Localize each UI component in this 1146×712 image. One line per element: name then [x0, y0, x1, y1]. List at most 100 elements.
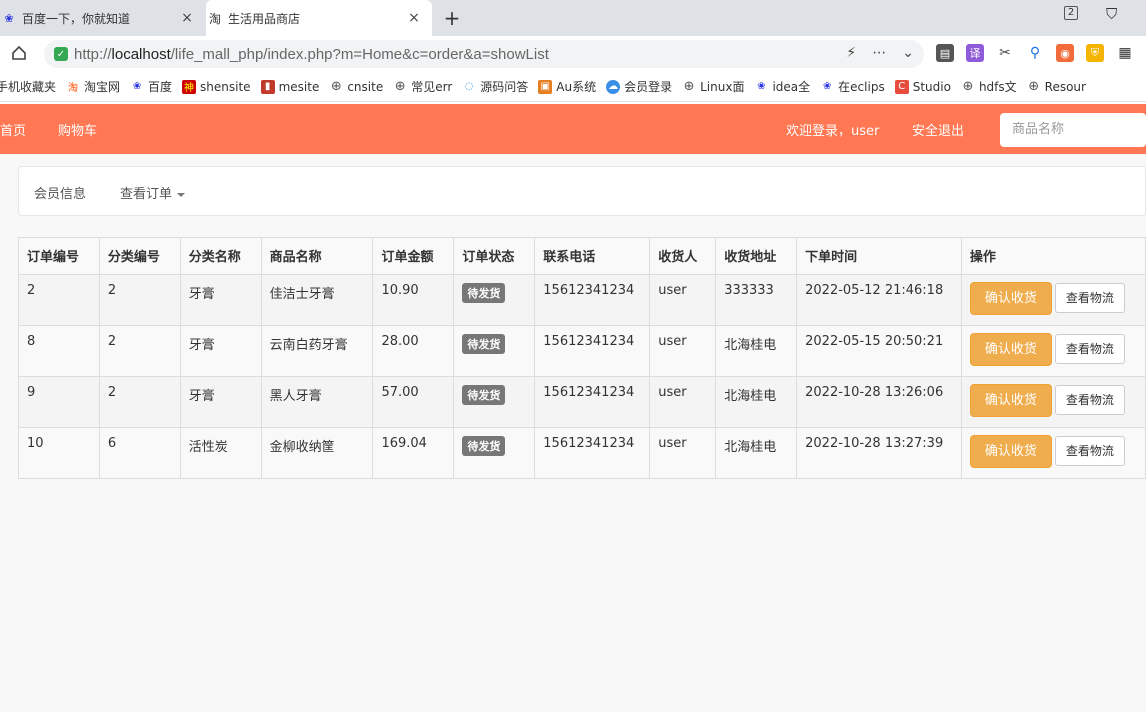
address-cell: 北海桂电 [715, 376, 798, 428]
translate-icon[interactable]: 译 [966, 44, 984, 62]
bookmark-item[interactable]: ▮ mesite [260, 79, 319, 94]
table-row: 8 2 牙膏 云南白药牙膏 28.00 待发货 15612341234 user 北海桂电 202… [18, 325, 1146, 377]
bookmark-item[interactable]: ⊕ Resour [1027, 79, 1086, 94]
confirm-receipt-button[interactable]: 确认收货 [969, 384, 1052, 417]
chevron-down-icon[interactable]: ⌄ [902, 45, 914, 61]
bookmark-item[interactable]: ❀ 在eclips [820, 78, 885, 95]
bookmark-item[interactable]: ⊕ hdfs文 [961, 78, 1016, 95]
actions-cell: 确认收货 查看物流 [960, 274, 1146, 326]
column-header: 联系电话 [534, 237, 651, 275]
swirl-icon: ◌ [464, 81, 474, 92]
new-tab-button[interactable]: + [440, 6, 464, 30]
cloud-icon: ☁ [606, 79, 621, 94]
orders-table: 订单编号 分类编号 分类名称 商品名称 订单金额 订单状态 联系电话 收货人 收货地址 下单时间操… [18, 237, 1146, 479]
more-icon[interactable]: ⋯ [872, 45, 886, 61]
view-logistics-button[interactable]: 查看物流 [1054, 385, 1125, 415]
category-name-cell: 活性炭 [179, 427, 262, 479]
product-name-cell: 金柳收纳筐 [260, 427, 374, 479]
lightning-icon[interactable]: ⚡ [846, 45, 856, 61]
product-name-cell: 云南白药牙膏 [260, 325, 374, 377]
receiver-cell: user [649, 376, 717, 428]
order-time-cell: 2022-10-28 13:27:39 [796, 427, 962, 479]
column-header: 订单状态 [453, 237, 536, 275]
category-name-cell: 牙膏 [179, 325, 262, 377]
tab-count-badge[interactable]: 2 [1064, 6, 1078, 20]
status-cell: 待发货 [453, 325, 536, 377]
game-icon[interactable]: ◉ [1056, 44, 1074, 62]
search-input[interactable]: 商品名称 [1000, 113, 1146, 147]
url-field[interactable]: ✓ http://localhost/life_mall_php/index.p… [44, 40, 924, 68]
bookmark-item[interactable]: ❀ idea全 [754, 78, 810, 95]
shirt-icon[interactable]: ⛉ [1106, 5, 1117, 23]
column-header: 下单时间 [796, 237, 962, 275]
bookmark-item[interactable]: ◌ 源码问答 [462, 78, 528, 95]
confirm-receipt-button[interactable]: 确认收货 [969, 282, 1052, 315]
bookmark-item[interactable]: ☁ 会员登录 [606, 78, 672, 95]
product-name-cell: 黑人牙膏 [260, 376, 374, 428]
phone-cell: 15612341234 [534, 325, 651, 377]
nav-cart-link[interactable]: 购物车 [58, 120, 97, 139]
browser-tab-baidu[interactable]: ❀ 百度一下，你就知道 × [0, 0, 205, 36]
amount-cell: 10.90 [372, 274, 455, 326]
category-id-cell: 2 [98, 376, 181, 428]
nav-home-link[interactable]: 首页 [0, 120, 26, 139]
bookmark-item[interactable]: ⊕ cnsite [329, 79, 383, 94]
bookmark-item[interactable]: ▣ Au系统 [538, 78, 596, 95]
receiver-cell: user [649, 325, 717, 377]
view-logistics-button[interactable]: 查看物流 [1054, 436, 1125, 466]
status-badge: 待发货 [462, 436, 506, 456]
globe-icon: ⊕ [1028, 79, 1040, 94]
tab-title: 百度一下，你就知道 [22, 11, 131, 26]
confirm-receipt-button[interactable]: 确认收货 [969, 435, 1052, 468]
column-header: 操作 [960, 237, 1146, 275]
view-logistics-button[interactable]: 查看物流 [1054, 283, 1125, 313]
shield-icon[interactable]: ⛨ [1086, 44, 1104, 62]
logout-link[interactable]: 安全退出 [912, 120, 964, 139]
member-info-link[interactable]: 会员信息 [34, 183, 86, 202]
bookmark-item[interactable]: 淘淘宝网 [66, 78, 120, 95]
home-icon[interactable] [10, 44, 30, 64]
reader-icon[interactable]: ▤ [936, 44, 954, 62]
close-tab-icon[interactable]: × [177, 10, 197, 26]
book-icon: ▮ [260, 79, 275, 94]
view-orders-dropdown[interactable]: 查看订单 [120, 183, 186, 202]
amount-cell: 169.04 [372, 427, 455, 479]
bookmark-item[interactable]: 神 shensite [182, 79, 251, 94]
table-header-row: 订单编号 分类编号 分类名称 商品名称 订单金额 订单状态 联系电话 收货人 收货地址 下单时间操… [18, 237, 1146, 275]
order-time-cell: 2022-05-12 21:46:18 [796, 274, 962, 326]
status-badge: 待发货 [462, 283, 506, 303]
receiver-cell: user [649, 427, 717, 479]
order-time-cell: 2022-05-15 20:50:21 [796, 325, 962, 377]
browser-tab-active[interactable]: 淘 生活用品商店 × [206, 0, 432, 36]
phone-cell: 15612341234 [534, 376, 651, 428]
bookmarks-bar: 手机收藏夹 淘淘宝网 ❀ 百度 神 shensite ▮ mesite ⊕ cnsite… [0, 72, 1146, 102]
address-cell: 北海桂电 [715, 325, 798, 377]
welcome-text: 欢迎登录，user [786, 124, 880, 139]
tab-title: 生活用品商店 [228, 11, 301, 26]
shen-icon: 神 [182, 79, 197, 94]
view-logistics-button[interactable]: 查看物流 [1054, 334, 1125, 364]
table-row: 10 6 活性炭 金柳收纳筐 169.04 待发货 15612341234 user 北海桂电 2… [18, 427, 1146, 479]
actions-cell: 确认收货 查看物流 [960, 376, 1146, 428]
search-icon[interactable]: ⚲ [1026, 44, 1044, 62]
grid-icon[interactable]: ▦ [1116, 44, 1134, 62]
column-header: 订单金额 [372, 237, 455, 275]
bookmark-item[interactable]: ❀ 百度 [130, 78, 172, 95]
bookmark-item[interactable]: ⊕ Linux面 [682, 78, 745, 95]
secure-shield-icon: ✓ [54, 47, 68, 61]
bookmark-item[interactable]: ⊕ 常见err [393, 78, 453, 95]
globe-icon: ⊕ [683, 79, 695, 94]
baidu-paw-icon: ❀ [132, 81, 142, 92]
actions-cell: 确认收货 查看物流 [960, 325, 1146, 377]
scissors-icon[interactable]: ✂ [996, 44, 1014, 62]
browser-tab-strip: ❀ 百度一下，你就知道 × 淘 生活用品商店 × + 2 ⛉ [0, 0, 1146, 36]
bookmark-item[interactable]: C Studio [894, 79, 951, 94]
bookmark-item[interactable]: 手机收藏夹 [0, 78, 56, 95]
close-tab-icon[interactable]: × [404, 10, 424, 26]
column-header: 订单编号 [18, 237, 100, 275]
order-id-cell: 2 [18, 274, 100, 326]
phone-cell: 15612341234 [534, 274, 651, 326]
sub-navigation: 会员信息 查看订单 [18, 166, 1146, 216]
site-header: 首页 购物车 欢迎登录，user 安全退出 商品名称 [0, 104, 1146, 154]
confirm-receipt-button[interactable]: 确认收货 [969, 333, 1052, 366]
